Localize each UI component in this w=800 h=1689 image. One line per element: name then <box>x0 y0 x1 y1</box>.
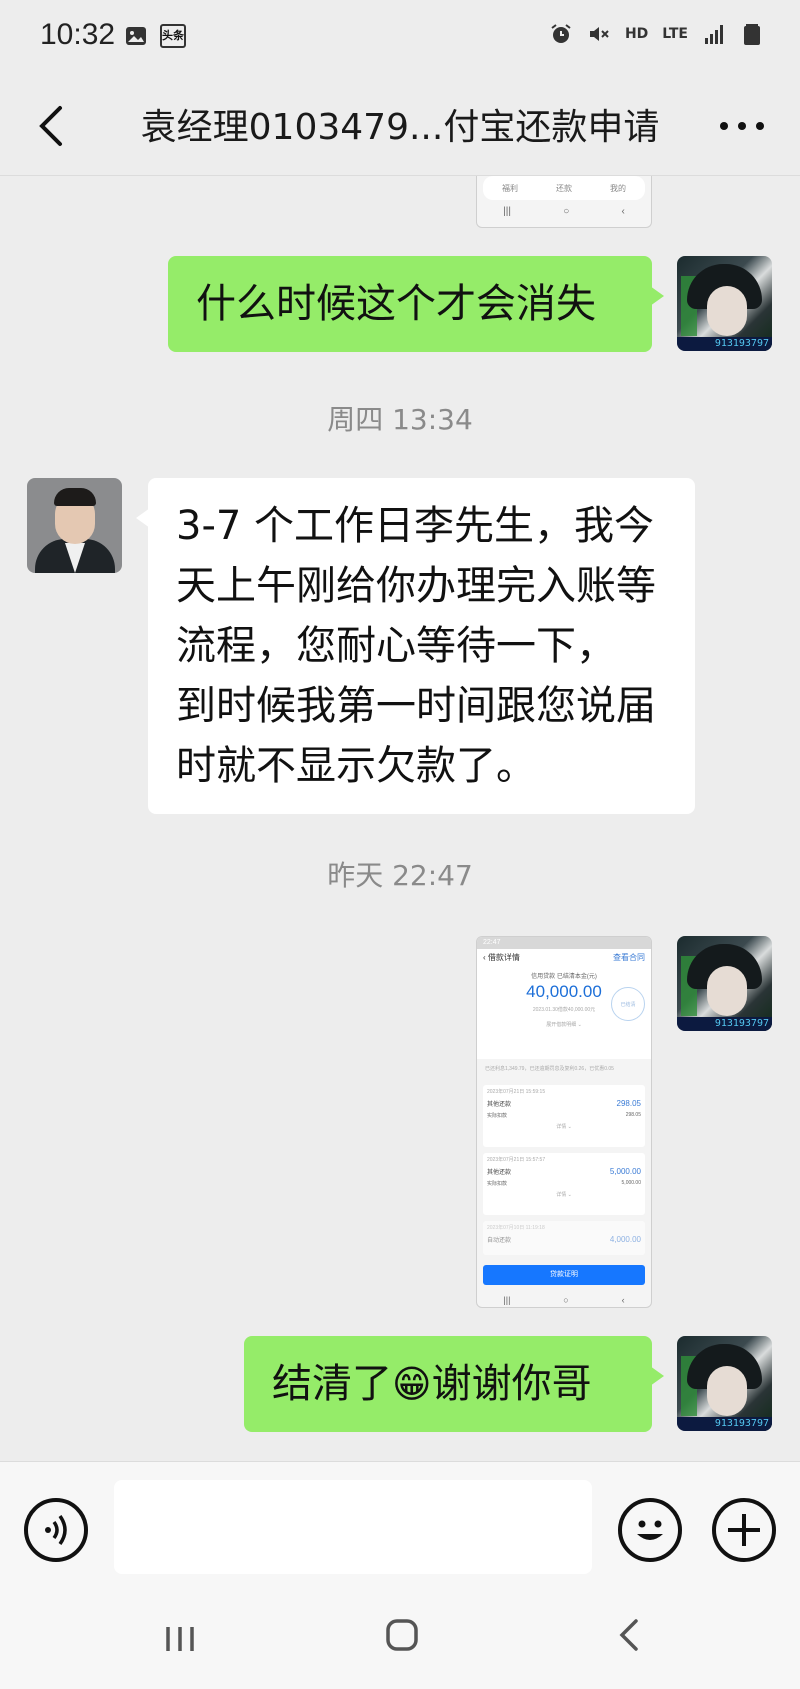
lte-icon: LTE <box>662 25 688 42</box>
chat-area[interactable]: 福利 还款 我的 ||| ○ ‹ 什么时候这个才会消失 913193797 周四… <box>0 176 800 1461</box>
title-bar: 袁经理0103479...付宝还款申请 <box>0 76 800 176</box>
mute-icon <box>589 27 609 41</box>
plus-icon[interactable] <box>712 1498 776 1562</box>
battery-icon <box>744 24 760 45</box>
status-bar: 10:32 头条 HD LTE <box>0 0 800 76</box>
input-bar <box>0 1461 800 1587</box>
image-message[interactable]: 22:47 ‹ 借款详情 查看合同 信用贷款 已结清本金(元) 40,000.0… <box>476 936 652 1308</box>
more-icon[interactable] <box>712 102 772 150</box>
recent-apps-icon[interactable] <box>160 1619 200 1659</box>
avatar[interactable] <box>27 478 122 573</box>
grin-emoji: 😁 <box>392 1362 432 1406</box>
avatar[interactable]: 913193797 <box>677 936 772 1031</box>
emoji-icon[interactable] <box>618 1498 682 1562</box>
signal-icon <box>705 25 723 44</box>
system-nav-bar <box>0 1587 800 1689</box>
chevron-left-icon[interactable] <box>30 100 80 152</box>
message-bubble-other[interactable]: 3-7 个工作日李先生，我今 天上午刚给你办理完入账等 流程，您耐心等待一下， … <box>136 478 695 814</box>
settled-stamp: 已结清 <box>611 987 645 1021</box>
message-input[interactable] <box>114 1480 592 1574</box>
status-time: 10:32 <box>40 18 116 51</box>
voice-icon[interactable] <box>24 1498 88 1562</box>
toutiao-icon: 头条 <box>160 24 186 48</box>
gallery-icon <box>126 27 146 45</box>
message-bubble-self[interactable]: 什么时候这个才会消失 <box>168 256 664 352</box>
message-bubble-self[interactable]: 结清了 😁 谢谢你哥 <box>244 1336 664 1432</box>
avatar[interactable]: 913193797 <box>677 1336 772 1431</box>
avatar[interactable]: 913193797 <box>677 256 772 351</box>
chat-title: 袁经理0103479...付宝还款申请 <box>140 107 660 148</box>
back-icon[interactable] <box>610 1615 650 1655</box>
home-icon[interactable] <box>382 1615 422 1655</box>
hd-icon: HD <box>624 26 649 42</box>
alarm-icon <box>551 24 571 43</box>
timestamp: 昨天 22:47 <box>327 859 473 892</box>
image-message-partial[interactable]: 福利 还款 我的 ||| ○ ‹ <box>476 176 652 228</box>
timestamp: 周四 13:34 <box>327 403 473 436</box>
loan-proof-button: 贷款证明 <box>483 1265 645 1285</box>
